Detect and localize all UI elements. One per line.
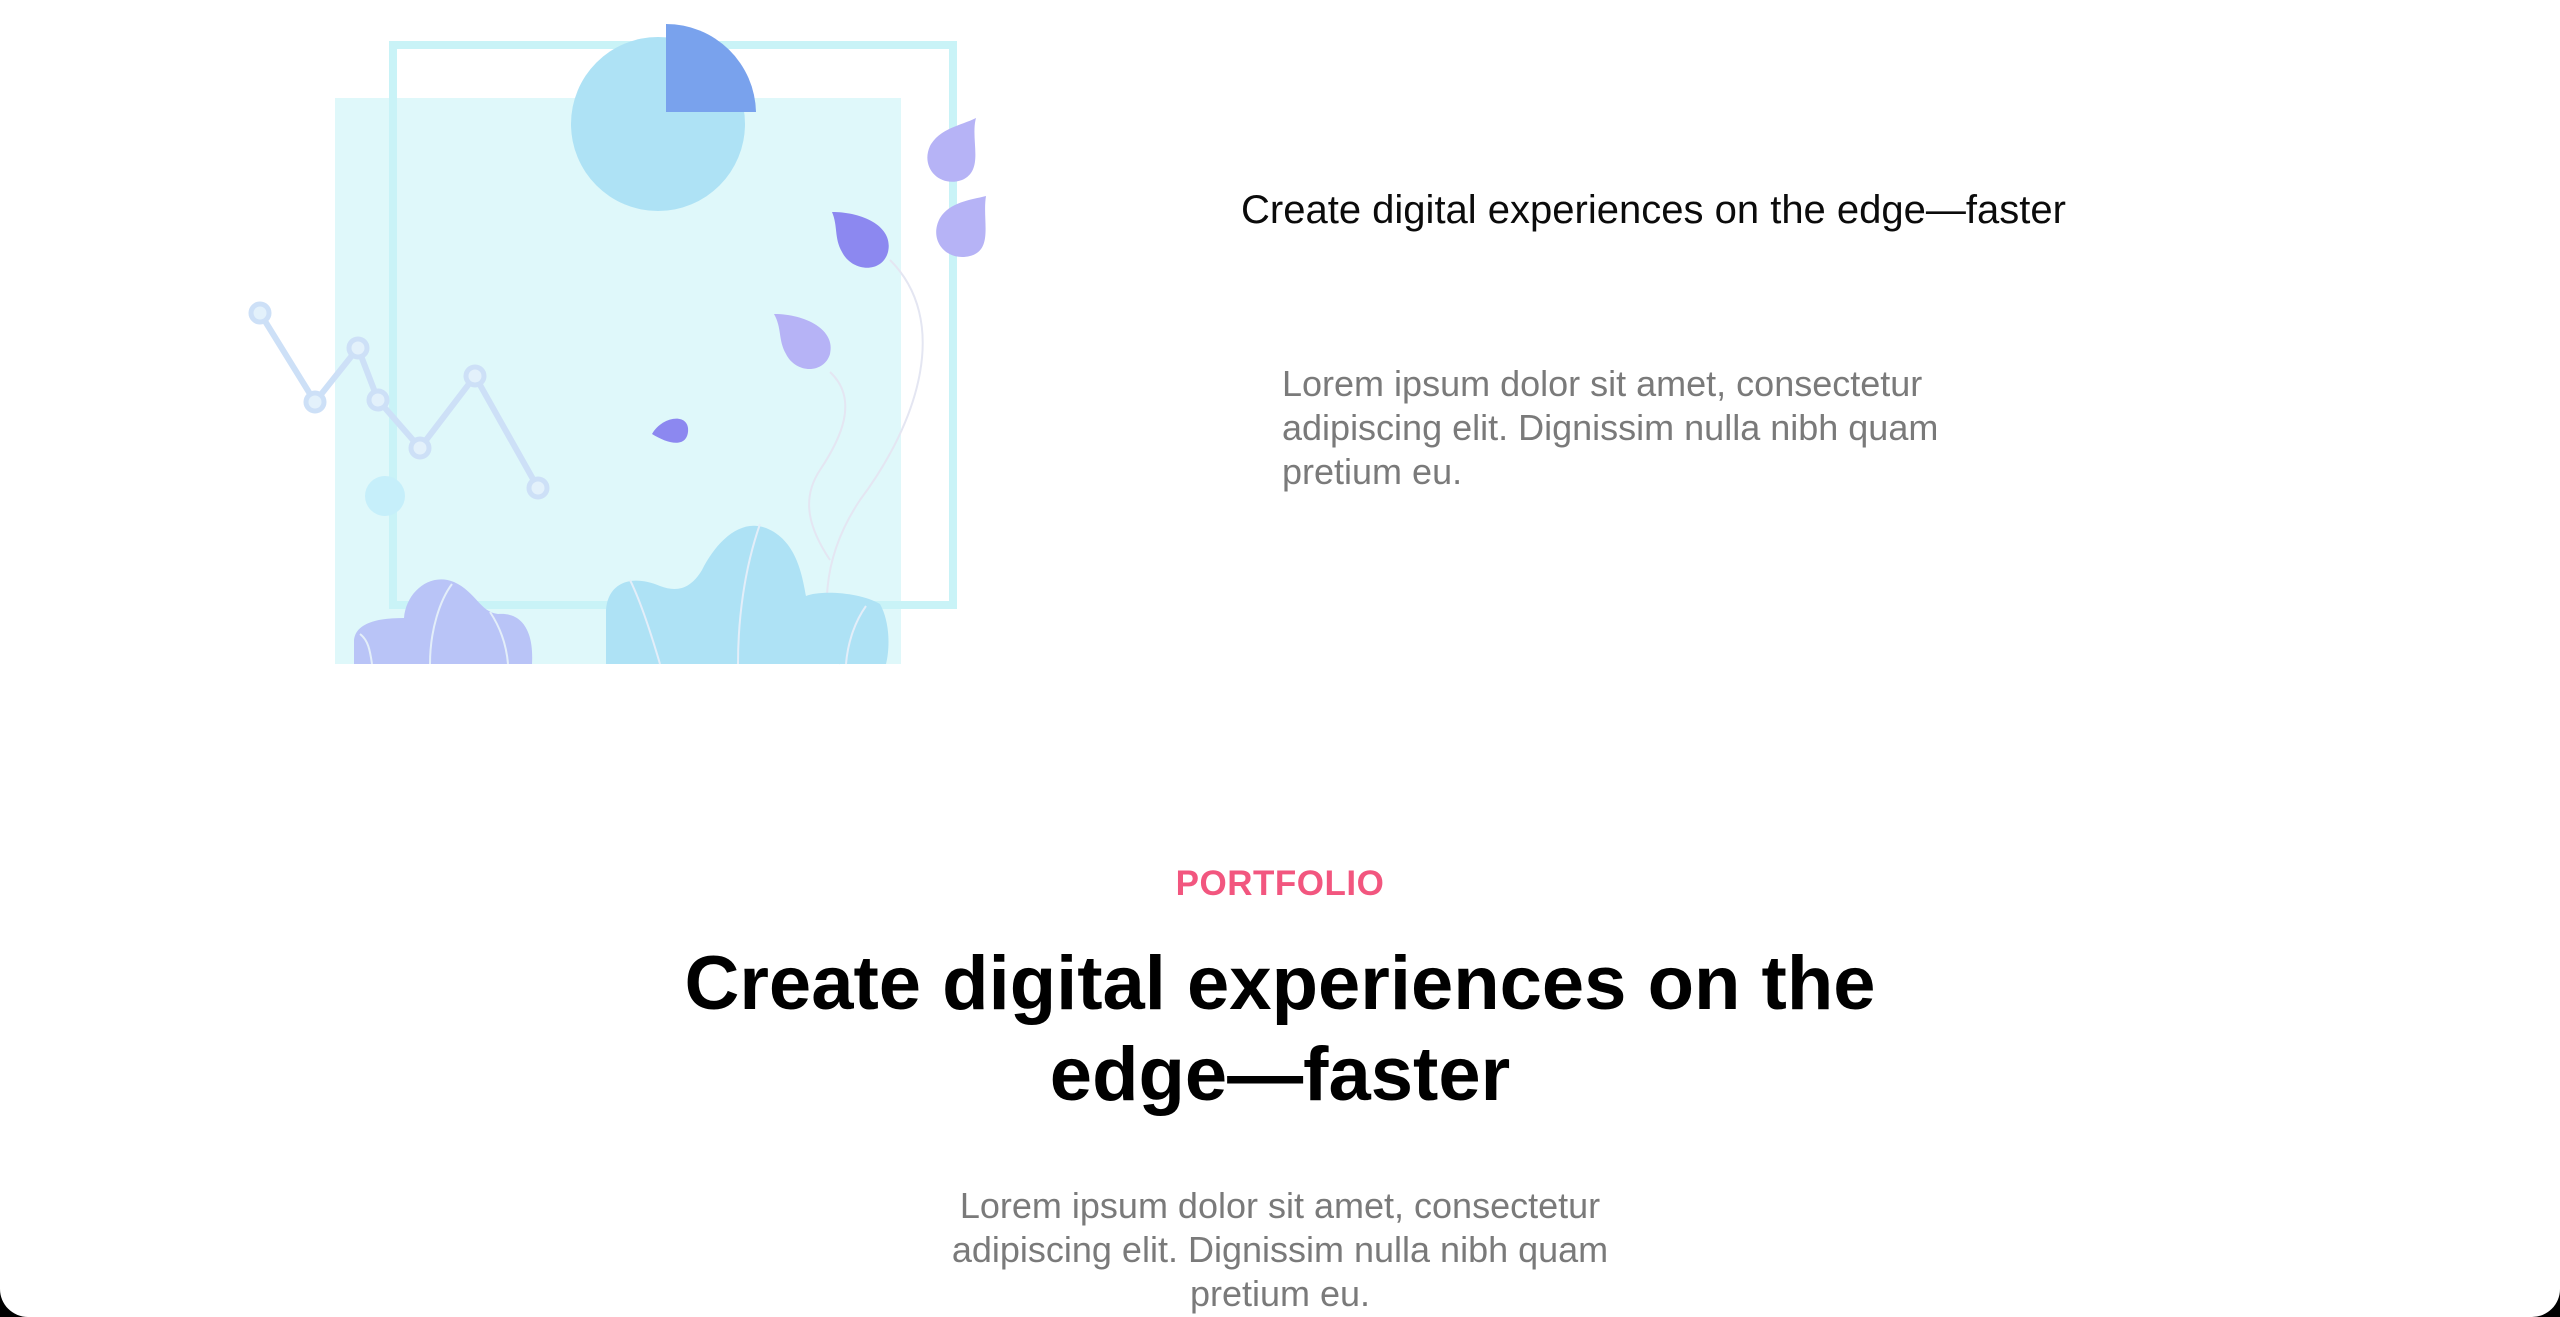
feature-title: Create digital experiences on the edge—f… (1241, 188, 2066, 232)
page: Create digital experiences on the edge—f… (0, 0, 2560, 1317)
feature-description: Lorem ipsum dolor sit amet, consectetur … (1282, 363, 1939, 492)
drop-leaf (936, 196, 986, 258)
decor-dot (365, 476, 405, 516)
portfolio-description: Lorem ipsum dolor sit amet, consectetur … (951, 1185, 1609, 1314)
portfolio-heading: Create digital experiences on the edge—f… (684, 941, 1876, 1117)
portfolio-eyebrow: PORTFOLIO (1175, 864, 1385, 903)
analytics-illustration (248, 23, 986, 665)
pie-slice (666, 23, 756, 112)
